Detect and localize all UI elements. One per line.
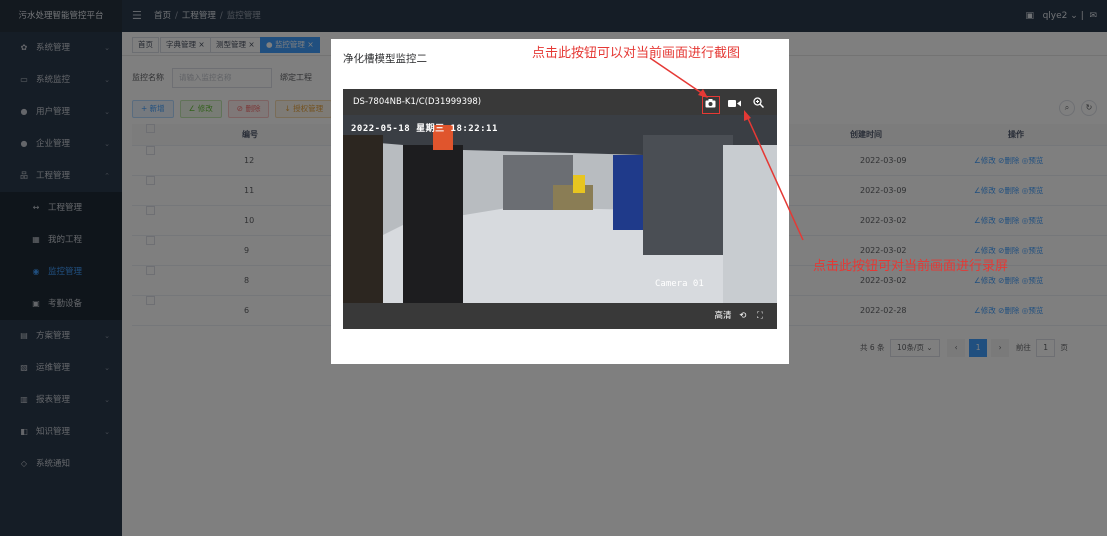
player-footer: 高清 ⟲ ⛶ xyxy=(343,303,777,329)
video-dialog: 净化槽模型监控二 DS-7804NB-K1/C(D31999398) 2022-… xyxy=(331,39,789,364)
annotation-snapshot: 点击此按钮可以对当前画面进行截图 xyxy=(532,46,741,61)
player-toolbar xyxy=(699,93,767,114)
annotation-record: 点击此按钮可对当前画面进行录屏 xyxy=(813,259,1009,274)
device-name: DS-7804NB-K1/C(D31999398) xyxy=(353,97,482,107)
fullscreen-icon[interactable]: ⛶ xyxy=(757,311,763,321)
replay-icon[interactable]: ⟲ xyxy=(739,311,746,321)
player-header: DS-7804NB-K1/C(D31999398) xyxy=(343,89,777,115)
video-frame[interactable]: 2022-05-18 星期三 18:22:11 Camera 01 xyxy=(343,115,777,303)
zoom-in-icon[interactable] xyxy=(749,97,767,115)
osd-camera-label: Camera 01 xyxy=(655,279,704,289)
camera-snapshot-icon[interactable] xyxy=(701,96,720,114)
camera-feed-image xyxy=(343,115,777,303)
video-record-icon[interactable] xyxy=(725,97,743,115)
video-player: DS-7804NB-K1/C(D31999398) 2022-05-18 星期三… xyxy=(343,89,777,329)
osd-timestamp: 2022-05-18 星期三 18:22:11 xyxy=(351,124,498,134)
dialog-title: 净化槽模型监控二 xyxy=(343,53,427,65)
quality-label[interactable]: 高清 xyxy=(715,311,732,321)
